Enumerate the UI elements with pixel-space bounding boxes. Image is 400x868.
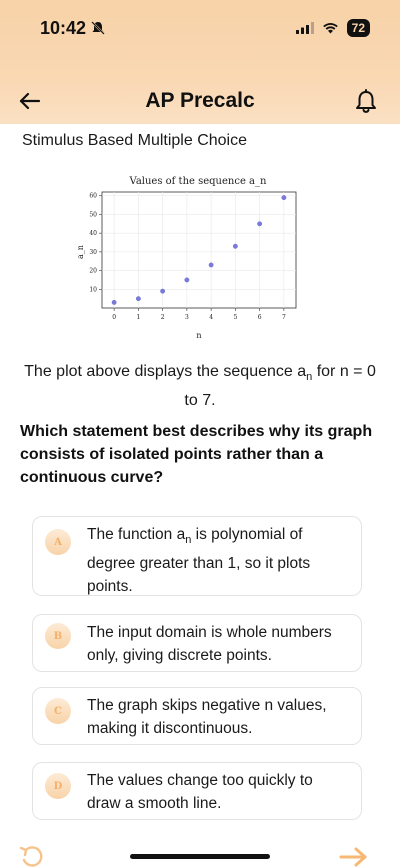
- x-tick-label: 7: [282, 314, 286, 321]
- silent-bell-icon: [91, 21, 105, 35]
- undo-icon[interactable]: [18, 844, 46, 868]
- option-d-text: The values change too quickly to draw a …: [87, 772, 313, 812]
- y-tick-label: 20: [89, 268, 97, 275]
- option-a-text: The function an is polynomial of degree …: [87, 523, 347, 598]
- stimulus-description: The plot above displays the sequence an …: [22, 360, 378, 412]
- option-a-letter: A: [45, 529, 71, 555]
- x-tick-label: 5: [233, 314, 237, 321]
- status-bar: 10:42 72: [0, 0, 400, 56]
- x-tick-label: 1: [136, 314, 140, 321]
- y-tick-label: 50: [89, 211, 97, 218]
- chart-ylabel: a_n: [76, 245, 85, 259]
- app-header: AP Precalc: [0, 78, 400, 124]
- next-arrow-icon[interactable]: [338, 846, 370, 868]
- chart-title: Values of the sequence a_n: [129, 176, 267, 187]
- option-b[interactable]: B The input domain is whole numbers only…: [32, 614, 362, 672]
- data-point: [184, 277, 190, 283]
- y-tick-label: 10: [89, 286, 97, 293]
- x-tick-label: 0: [112, 314, 116, 321]
- option-d-letter: D: [45, 773, 71, 799]
- plot-frame: [101, 191, 297, 309]
- option-c[interactable]: C The graph skips negative n values, mak…: [32, 687, 362, 745]
- option-d[interactable]: D The values change too quickly to draw …: [32, 762, 362, 820]
- data-point: [160, 288, 166, 294]
- status-time: 10:42: [40, 17, 87, 38]
- status-indicators: 72: [295, 19, 370, 37]
- back-arrow-icon[interactable]: [18, 90, 42, 112]
- notification-bell-icon[interactable]: [352, 88, 380, 116]
- y-tick-label: 40: [89, 230, 97, 237]
- chart-svg: Values of the sequence a_n 0 1 2 3 4 5 6 7 10 20 3…: [76, 176, 297, 340]
- signal-icon: [295, 22, 314, 34]
- x-tick-label: 3: [185, 314, 189, 321]
- x-tick-label: 4: [209, 314, 213, 321]
- x-tick-label: 2: [161, 314, 165, 321]
- battery-indicator: 72: [346, 19, 370, 37]
- section-title: Stimulus Based Multiple Choice: [22, 132, 247, 149]
- option-a[interactable]: A The function an is polynomial of degre…: [32, 516, 362, 596]
- data-point: [281, 195, 287, 201]
- data-point: [208, 262, 214, 268]
- question-content: Stimulus Based Multiple Choice Values of…: [0, 124, 400, 868]
- option-b-text: The input domain is whole numbers only, …: [87, 624, 332, 664]
- sequence-chart: Values of the sequence a_n 0 1 2 3 4 5 6 7 10 20 3…: [74, 170, 302, 350]
- data-point: [257, 221, 263, 227]
- chart-xlabel: n: [196, 331, 201, 340]
- option-a-text-start: The function a: [87, 526, 186, 543]
- option-c-letter: C: [45, 698, 71, 724]
- data-point: [111, 299, 117, 305]
- y-tick-label: 30: [89, 249, 97, 256]
- wifi-icon: [322, 23, 338, 34]
- question-text: Which statement best describes why its g…: [20, 423, 373, 486]
- page-title: AP Precalc: [145, 89, 255, 112]
- home-indicator: [130, 854, 270, 859]
- option-c-text: The graph skips negative n values, makin…: [87, 697, 327, 737]
- data-point: [135, 296, 141, 302]
- status-time-group: 10:42: [40, 18, 106, 39]
- y-tick-label: 60: [89, 193, 97, 200]
- description-text: The plot above displays the sequence a: [24, 363, 307, 380]
- data-point: [232, 243, 238, 249]
- option-b-letter: B: [45, 623, 71, 649]
- x-tick-label: 6: [258, 314, 262, 321]
